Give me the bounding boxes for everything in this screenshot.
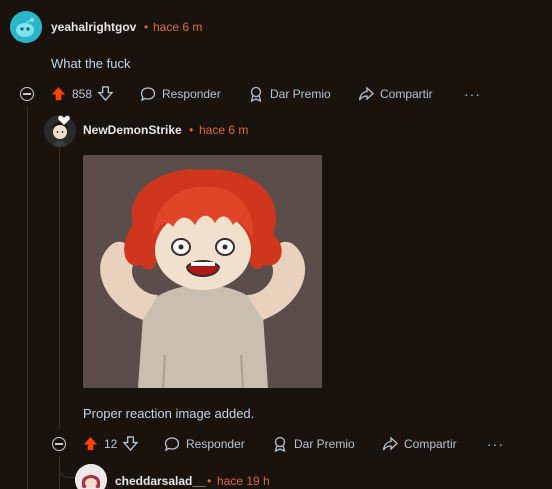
collapse-thread-button[interactable] <box>52 437 66 451</box>
more-options-button[interactable]: ··· <box>464 86 481 102</box>
collapse-thread-button[interactable] <box>20 87 34 101</box>
share-button[interactable]: Compartir <box>358 86 433 102</box>
thread-line-root <box>27 106 28 489</box>
more-options-icon: ··· <box>464 86 481 102</box>
comment-username[interactable]: yeahalrightgov <box>51 20 136 34</box>
upvote-button[interactable] <box>83 436 98 451</box>
reaction-image[interactable] <box>83 155 322 388</box>
comment-username[interactable]: cheddarsalad__ <box>115 474 206 488</box>
share-arrow-icon <box>358 86 374 101</box>
comment-timestamp[interactable]: hace 6 m <box>153 20 202 34</box>
reply-label: Responder <box>186 437 245 451</box>
separator-dot: • <box>189 123 194 137</box>
avatar[interactable] <box>75 464 107 489</box>
share-button[interactable]: Compartir <box>382 436 457 452</box>
upvote-arrow-icon <box>51 86 66 101</box>
comment-body: What the fuck <box>51 56 131 71</box>
upvote-arrow-icon <box>83 436 98 451</box>
snoo-avatar-icon <box>10 11 42 43</box>
separator-dot: • <box>144 20 149 34</box>
anime-girl-illustration <box>83 155 322 388</box>
share-label: Compartir <box>404 437 457 451</box>
award-ribbon-icon <box>250 86 262 102</box>
reply-connector <box>59 462 75 478</box>
speech-bubble-icon <box>164 437 180 452</box>
downvote-button[interactable] <box>123 436 139 451</box>
reply-button[interactable]: Responder <box>164 436 245 452</box>
share-arrow-icon <box>382 436 398 451</box>
comment-timestamp[interactable]: hace 19 h <box>217 474 270 488</box>
avatar-character-icon <box>75 464 107 489</box>
vote-bar: 858 <box>51 86 114 101</box>
award-button[interactable]: Dar Premio <box>272 436 355 452</box>
downvote-button[interactable] <box>98 86 114 101</box>
thread-line-reply <box>59 147 60 429</box>
share-label: Compartir <box>380 87 433 101</box>
downvote-arrow-icon <box>98 86 114 101</box>
award-label: Dar Premio <box>294 437 355 451</box>
award-label: Dar Premio <box>270 87 331 101</box>
downvote-arrow-icon <box>123 436 139 451</box>
vote-count: 858 <box>72 86 93 101</box>
more-options-button[interactable]: ··· <box>487 436 504 452</box>
separator-dot: • <box>207 474 212 488</box>
heart-icon <box>58 112 70 125</box>
reply-label: Responder <box>162 87 221 101</box>
comment-timestamp[interactable]: hace 6 m <box>199 123 248 137</box>
award-button[interactable]: Dar Premio <box>248 86 331 102</box>
vote-bar: 12 <box>83 436 139 451</box>
comment-username[interactable]: NewDemonStrike <box>83 123 182 137</box>
vote-count: 12 <box>104 436 118 451</box>
upvote-button[interactable] <box>51 86 66 101</box>
comment-body: Proper reaction image added. <box>83 406 255 421</box>
avatar[interactable] <box>10 11 42 43</box>
speech-bubble-icon <box>140 87 156 102</box>
award-ribbon-icon <box>274 436 286 452</box>
more-options-icon: ··· <box>487 436 504 452</box>
reply-button[interactable]: Responder <box>140 86 221 102</box>
